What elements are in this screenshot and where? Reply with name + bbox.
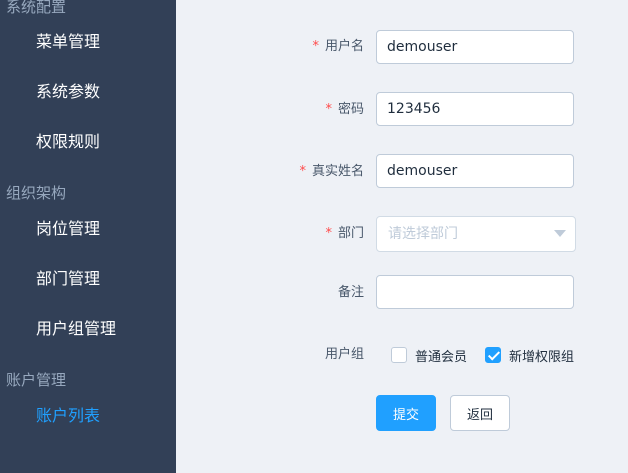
- required-mark: *: [312, 39, 319, 54]
- sidebar-group-system: 系统配置: [6, 0, 67, 16]
- sidebar-item-departments[interactable]: 部门管理: [36, 268, 100, 290]
- sidebar: 系统配置 菜单管理 系统参数 权限规则 组织架构 岗位管理 部门管理 用户组管理…: [0, 0, 176, 473]
- required-mark: *: [325, 226, 332, 241]
- username-input[interactable]: [376, 30, 574, 64]
- required-mark: *: [299, 164, 306, 179]
- password-input[interactable]: [376, 92, 574, 126]
- check-icon[interactable]: [485, 347, 501, 363]
- sidebar-item-account-list[interactable]: 账户列表: [36, 405, 100, 427]
- sidebar-item-user-groups[interactable]: 用户组管理: [36, 318, 116, 340]
- checkbox-new-permission-group[interactable]: 新增权限组: [485, 345, 574, 365]
- main-content: *用户名 *密码 *真实姓名 *部门 请选择部门 备注 用户组 普通会员 新增权…: [176, 0, 628, 473]
- submit-button[interactable]: 提交: [376, 395, 436, 431]
- required-mark: *: [325, 102, 332, 117]
- department-select[interactable]: 请选择部门: [376, 216, 576, 252]
- user-group-label: 用户组: [324, 347, 364, 362]
- remark-label: 备注: [337, 285, 364, 300]
- remark-input[interactable]: [376, 275, 574, 309]
- chevron-down-icon[interactable]: [554, 230, 566, 237]
- sidebar-group-accounts: 账户管理: [6, 371, 67, 389]
- sidebar-item-system-params[interactable]: 系统参数: [36, 81, 100, 103]
- checkbox-label: 普通会员: [415, 349, 468, 365]
- checkbox-label: 新增权限组: [509, 349, 575, 365]
- department-select-placeholder[interactable]: 请选择部门: [376, 216, 576, 252]
- sidebar-group-organization: 组织架构: [6, 184, 67, 202]
- checkbox-box[interactable]: [391, 347, 407, 363]
- password-label: * 密码: [325, 102, 364, 117]
- realname-input[interactable]: [376, 154, 574, 188]
- sidebar-item-permission-rules[interactable]: 权限规则: [36, 131, 100, 153]
- back-button[interactable]: 返回: [450, 395, 510, 431]
- sidebar-item-menu-management[interactable]: 菜单管理: [36, 31, 100, 53]
- username-label: * 用户名: [312, 39, 364, 54]
- department-label: * 部门: [325, 226, 364, 241]
- sidebar-item-positions[interactable]: 岗位管理: [36, 218, 100, 240]
- realname-label: * 真实姓名: [299, 164, 364, 179]
- checkbox-regular-member[interactable]: 普通会员: [391, 345, 467, 365]
